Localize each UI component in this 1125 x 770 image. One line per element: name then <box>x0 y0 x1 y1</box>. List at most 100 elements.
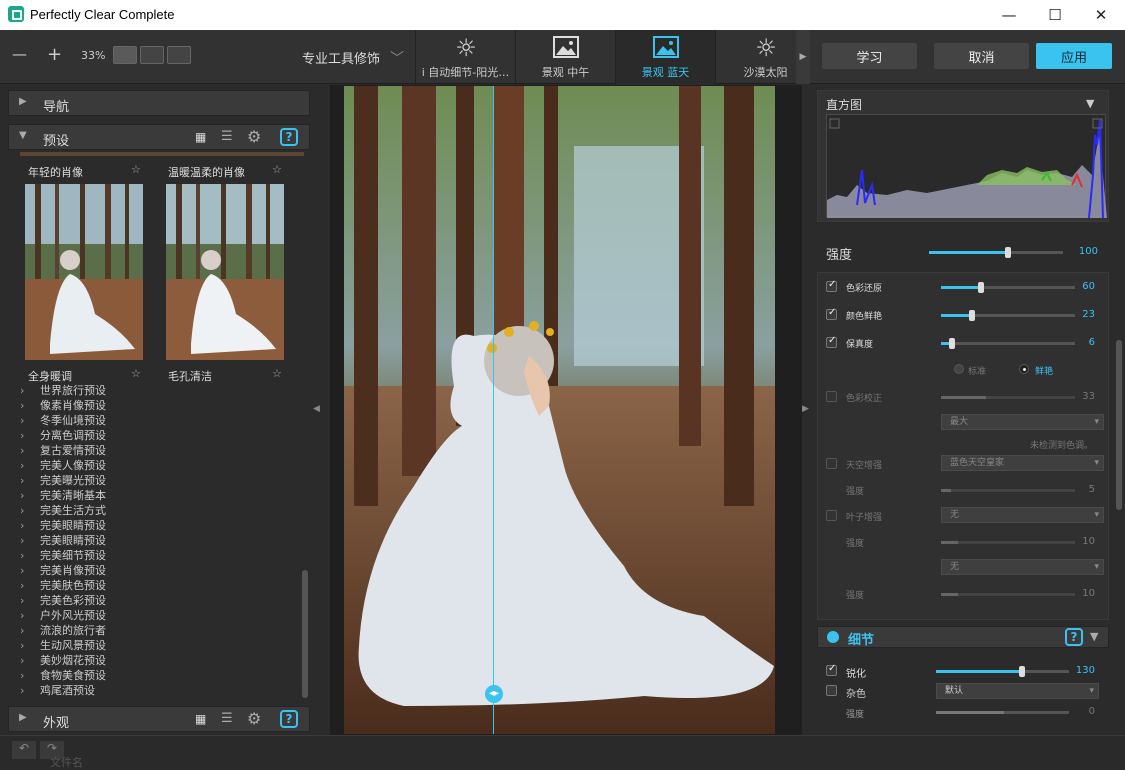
row-checkbox[interactable] <box>826 307 837 320</box>
slider-knob[interactable] <box>968 310 975 321</box>
preset-category-item[interactable]: › 复古爱情预设 <box>20 442 106 457</box>
preset-category-label: 美妙烟花预设 <box>40 654 106 667</box>
preset-tab-landscape-noon[interactable]: 景观 中午 <box>515 30 615 84</box>
list-view-icon[interactable]: ☰ <box>221 129 233 144</box>
color-correct-select[interactable]: 最大 <box>941 414 1104 430</box>
gear-icon[interactable]: ⚙ <box>247 709 261 728</box>
maximize-button[interactable]: ☐ <box>1032 0 1078 30</box>
grid-view-icon[interactable]: ▦ <box>195 130 206 144</box>
sky-enhance-checkbox[interactable] <box>826 458 837 469</box>
preset-category-item[interactable]: › 户外风光预设 <box>20 607 106 622</box>
sky-enhance-select[interactable]: 蓝色天空皇家 <box>941 455 1104 471</box>
grid-view-icon[interactable]: ▦ <box>195 712 206 726</box>
preset-tab-landscape-bluesky[interactable]: 景观 蓝天 <box>615 30 715 84</box>
navigation-section-header[interactable]: ▶ 导航 <box>8 90 310 116</box>
detail-section-header[interactable]: 细节 ? ▼ <box>817 626 1109 648</box>
row-slider[interactable] <box>941 310 1075 321</box>
extra-select[interactable]: 无 <box>941 559 1104 575</box>
split-handle-icon[interactable]: ◂▸ <box>485 685 503 703</box>
preset-category-item[interactable]: › 完美色彩预设 <box>20 592 106 607</box>
preset-category-item[interactable]: › 完美曝光预设 <box>20 472 106 487</box>
preset-category-item[interactable]: › 完美细节预设 <box>20 547 106 562</box>
presets-scroll-right-button[interactable]: ▶ <box>796 30 810 84</box>
sun-icon: ☼ <box>755 34 777 62</box>
gear-icon[interactable]: ⚙ <box>247 127 261 146</box>
row-checkbox[interactable] <box>826 279 837 292</box>
left-scrollbar[interactable] <box>302 570 308 698</box>
preset-tab-auto-detail[interactable]: ☼ i 自动细节-阳光… <box>415 30 515 84</box>
mode-standard-radio[interactable] <box>954 364 964 374</box>
slider-knob[interactable] <box>978 282 985 293</box>
section-enabled-icon[interactable] <box>827 631 839 643</box>
preset-category-item[interactable]: › 生动风景预设 <box>20 637 106 652</box>
preset-category-item[interactable]: › 分离色调预设 <box>20 427 106 442</box>
photo-preview[interactable]: ◂▸ <box>344 86 775 734</box>
preset-category-item[interactable]: › 鸡尾酒预设 <box>20 682 95 697</box>
preset-category-item[interactable]: › 冬季仙境预设 <box>20 412 106 427</box>
apply-button[interactable]: 应用 <box>1036 43 1112 69</box>
help-icon[interactable]: ? <box>280 128 298 146</box>
preset-thumbnail[interactable] <box>166 184 284 360</box>
row-slider[interactable] <box>941 282 1075 293</box>
preset-category-item[interactable]: › 流浪的旅行者 <box>20 622 106 637</box>
extra-strength-slider[interactable] <box>941 593 1075 596</box>
help-icon[interactable]: ? <box>1065 628 1083 646</box>
collapse-left-panel-button[interactable]: ◀ <box>313 404 320 414</box>
collapse-right-panel-button[interactable]: ▶ <box>802 404 809 414</box>
preset-category-item[interactable]: › 世界旅行预设 <box>20 382 106 397</box>
collapse-triangle-icon[interactable]: ▼ <box>1090 630 1098 643</box>
preset-category-item[interactable]: › 完美人像预设 <box>20 457 106 472</box>
preset-category-item[interactable]: › 完美清晰基本 <box>20 487 106 502</box>
close-button[interactable]: ✕ <box>1078 0 1124 30</box>
mode-vivid-radio[interactable] <box>1019 364 1029 374</box>
slider-knob[interactable] <box>948 338 955 349</box>
learn-button[interactable]: 学习 <box>822 43 917 69</box>
sharpen-checkbox[interactable] <box>826 663 837 676</box>
list-view-icon[interactable]: ☰ <box>221 711 233 726</box>
row-slider[interactable] <box>941 338 1075 349</box>
split-divider-line[interactable] <box>493 86 494 734</box>
foliage-enhance-checkbox[interactable] <box>826 510 837 521</box>
favorite-star-icon[interactable]: ☆ <box>131 163 141 176</box>
zoom-in-button[interactable]: + <box>47 44 62 65</box>
favorite-star-icon[interactable]: ☆ <box>131 367 141 380</box>
presets-section-header[interactable]: ▼ 预设 ▦ ☰ ⚙ ? <box>8 124 310 150</box>
undo-icon[interactable]: ↶ <box>12 741 36 759</box>
slider-knob[interactable] <box>1005 247 1012 258</box>
favorite-star-icon[interactable]: ☆ <box>272 367 282 380</box>
appearance-section-header[interactable]: ▶ 外观 ▦ ☰ ⚙ ? <box>8 706 310 732</box>
help-icon[interactable]: ? <box>280 710 298 728</box>
preset-category-item[interactable]: › 完美肖像预设 <box>20 562 106 577</box>
preset-category-item[interactable]: › 完美生活方式 <box>20 502 106 517</box>
histogram-collapse-icon[interactable]: ▼ <box>1086 97 1094 110</box>
side-by-side-view-button[interactable] <box>140 46 164 64</box>
preset-category-item[interactable]: › 完美眼睛预设 <box>20 532 106 547</box>
noise-select[interactable]: 默认 <box>936 683 1099 699</box>
cancel-button[interactable]: 取消 <box>934 43 1029 69</box>
foliage-strength-slider[interactable] <box>941 541 1075 544</box>
tool-mode-select[interactable]: 专业工具修饰 <box>302 48 380 67</box>
preset-thumbnail[interactable] <box>25 184 143 360</box>
preset-category-item[interactable]: › 完美肤色预设 <box>20 577 106 592</box>
strength-slider[interactable] <box>929 247 1063 258</box>
row-checkbox[interactable] <box>826 335 837 348</box>
favorite-star-icon[interactable]: ☆ <box>272 163 282 176</box>
slider-knob[interactable] <box>1019 666 1026 677</box>
preset-category-item[interactable]: › 美妙烟花预设 <box>20 652 106 667</box>
minimize-button[interactable]: — <box>986 0 1032 30</box>
preset-category-item[interactable]: › 像素肖像预设 <box>20 397 106 412</box>
color-correct-slider[interactable] <box>941 396 1075 399</box>
preset-category-item[interactable]: › 食物美食预设 <box>20 667 106 682</box>
single-view-button[interactable] <box>113 46 137 64</box>
sky-strength-slider[interactable] <box>941 489 1075 492</box>
sharpen-slider[interactable] <box>936 666 1069 677</box>
preset-category-item[interactable]: › 完美眼睛预设 <box>20 517 106 532</box>
color-correct-checkbox[interactable] <box>826 391 837 402</box>
chevron-down-icon[interactable]: ﹀ <box>390 48 404 68</box>
split-view-button[interactable] <box>167 46 191 64</box>
noise-strength-slider[interactable] <box>936 711 1069 714</box>
foliage-enhance-select[interactable]: 无 <box>941 507 1104 523</box>
noise-checkbox[interactable] <box>826 685 837 696</box>
zoom-out-button[interactable]: — <box>12 45 27 63</box>
right-scrollbar[interactable] <box>1116 340 1122 510</box>
